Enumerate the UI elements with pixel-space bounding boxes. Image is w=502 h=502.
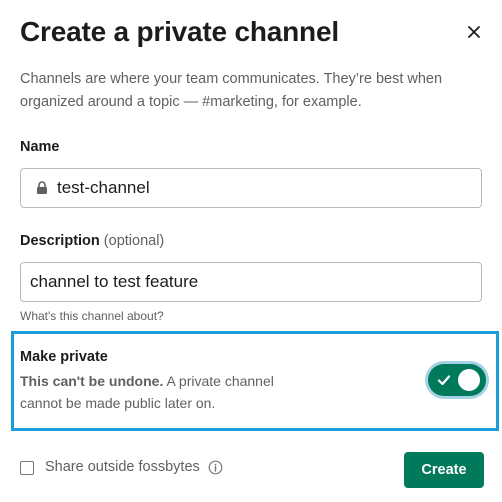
description-field[interactable]: channel to test feature [20,262,482,302]
description-hint: What's this channel about? [20,309,164,323]
create-button[interactable]: Create [404,452,484,488]
check-icon [437,373,451,387]
close-icon[interactable] [464,22,484,42]
info-icon[interactable] [208,460,223,475]
dialog-intro-text: Channels are where your team communicate… [20,71,443,110]
description-field-value: channel to test feature [30,272,199,291]
optional-label: (optional) [103,233,165,249]
lock-icon [36,181,48,195]
share-outside-checkbox[interactable] [20,461,34,475]
dialog-title: Create a private channel [20,16,339,47]
create-channel-dialog: Create a private channel Channels are wh… [0,0,502,502]
make-private-description: This can't be undone. A private channel … [20,370,300,414]
share-outside-label[interactable]: Share outside fossbytes [45,459,200,475]
name-label: Name [20,139,60,155]
make-private-warning: This can't be undone. [20,373,164,389]
make-private-toggle[interactable] [428,364,486,396]
name-field-value: test-channel [57,178,150,197]
name-field[interactable]: test-channel [20,168,482,208]
make-private-title: Make private [20,349,108,365]
description-label-text: Description [20,233,100,249]
description-label: Description (optional) [20,233,164,249]
toggle-knob [458,369,480,391]
